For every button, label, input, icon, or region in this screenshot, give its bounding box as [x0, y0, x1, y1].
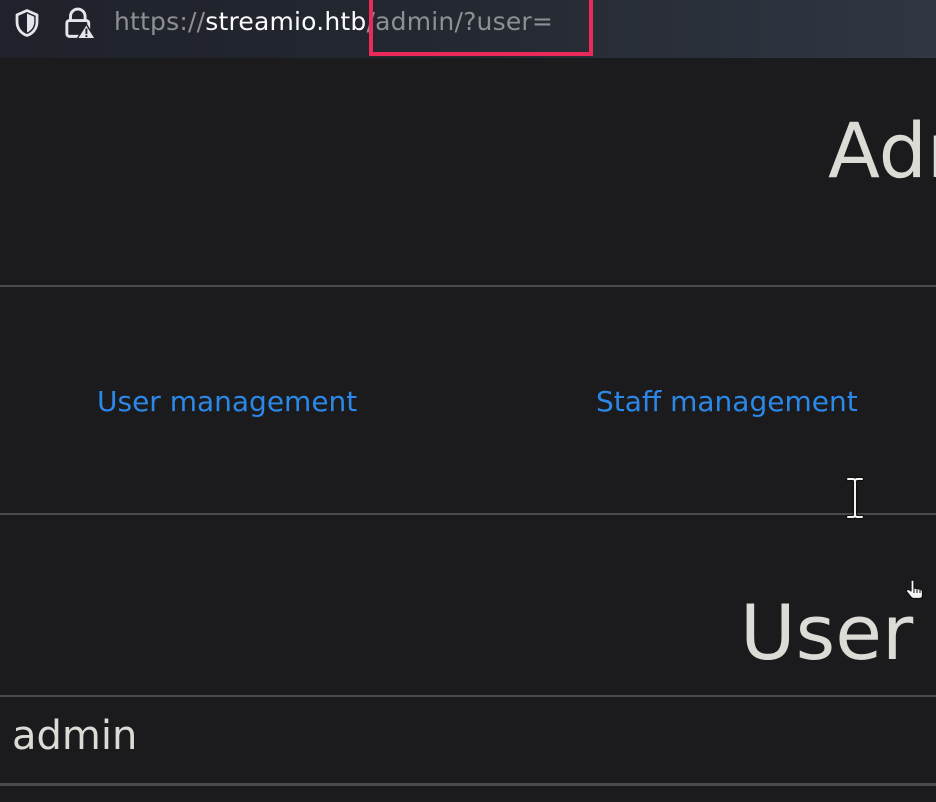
divider	[0, 783, 936, 786]
shield-icon[interactable]	[12, 8, 42, 38]
nav-staff-management-link[interactable]: Staff management	[596, 382, 858, 422]
url-highlight-annotation	[369, 0, 593, 56]
divider	[0, 513, 936, 515]
text-cursor-icon	[845, 476, 865, 520]
page-title: Adr	[828, 106, 936, 195]
url-scheme: https://	[114, 7, 206, 36]
section-title: User	[740, 588, 914, 677]
page-content: Adr User management Staff management Use…	[0, 58, 936, 802]
browser-url-bar[interactable]: https://streamio.htb/admin/?user=	[0, 0, 936, 58]
divider	[0, 695, 936, 697]
divider	[0, 285, 936, 287]
url-host: streamio.htb	[205, 7, 367, 36]
hand-pointer-icon	[905, 579, 924, 600]
lock-warning-icon[interactable]	[62, 6, 96, 40]
nav-user-management-link[interactable]: User management	[97, 382, 357, 422]
table-row: admin	[12, 713, 138, 759]
